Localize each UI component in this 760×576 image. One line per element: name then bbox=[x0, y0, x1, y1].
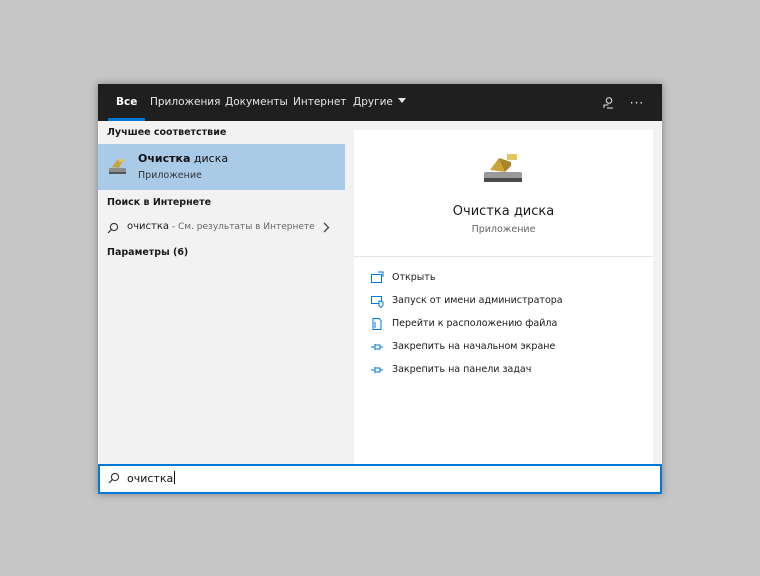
web-query-text: очистка - См. результаты в Интернете bbox=[127, 221, 315, 232]
chevron-right-icon[interactable] bbox=[322, 222, 330, 233]
settings-heading[interactable]: Параметры (6) bbox=[107, 247, 188, 258]
best-match-subtitle: Приложение bbox=[138, 170, 202, 181]
chevron-down-icon bbox=[397, 98, 406, 103]
tab-documents[interactable]: Документы bbox=[225, 84, 288, 121]
search-icon bbox=[108, 472, 120, 484]
tab-more[interactable]: Другие bbox=[353, 84, 406, 121]
action-run-as-admin[interactable]: Запуск от имени администратора bbox=[370, 294, 640, 312]
action-open[interactable]: Открыть bbox=[370, 271, 640, 289]
app-type: Приложение bbox=[471, 224, 536, 235]
tab-all[interactable]: Все bbox=[107, 84, 146, 121]
action-pin-start[interactable]: Закрепить на начальном экране bbox=[370, 340, 640, 358]
action-file-location[interactable]: Перейти к расположению файла bbox=[370, 317, 640, 335]
action-pin-taskbar[interactable]: Закрепить на панели задач bbox=[370, 363, 640, 381]
tab-apps[interactable]: Приложения bbox=[150, 84, 220, 121]
web-search-heading: Поиск в Интернете bbox=[107, 197, 212, 208]
file-location-icon bbox=[372, 318, 382, 330]
best-match-item[interactable]: Очистка диска Приложение bbox=[98, 144, 345, 190]
search-input[interactable]: очистка bbox=[127, 471, 176, 485]
open-icon bbox=[371, 271, 384, 283]
app-name: Очистка диска bbox=[452, 204, 555, 219]
pin-icon bbox=[371, 344, 383, 350]
tab-more-label: Другие bbox=[353, 96, 393, 108]
best-match-heading: Лучшее соответствие bbox=[107, 127, 227, 138]
pin-icon bbox=[371, 367, 383, 373]
preview-pane: Очистка диска Приложение Открыть Запуск … bbox=[354, 130, 653, 464]
run-as-admin-icon bbox=[371, 296, 384, 308]
text-cursor bbox=[174, 471, 176, 484]
search-icon bbox=[107, 222, 119, 234]
disk-cleanup-icon bbox=[107, 156, 129, 182]
search-box[interactable]: очистка bbox=[98, 464, 662, 494]
feedback-icon[interactable] bbox=[598, 84, 618, 121]
tab-web[interactable]: Интернет bbox=[293, 84, 346, 121]
disk-cleanup-large-icon bbox=[481, 152, 525, 190]
divider bbox=[354, 256, 653, 257]
web-search-item[interactable]: очистка - См. результаты в Интернете bbox=[98, 217, 345, 239]
top-bar: Все Приложения Документы Интернет Другие… bbox=[98, 84, 662, 121]
best-match-title: Очистка диска bbox=[138, 152, 229, 165]
results-list: Лучшее соответствие Очистка диска Прилож… bbox=[98, 121, 345, 464]
more-options-icon[interactable]: ··· bbox=[627, 84, 647, 121]
search-panel: Все Приложения Документы Интернет Другие… bbox=[98, 84, 662, 494]
